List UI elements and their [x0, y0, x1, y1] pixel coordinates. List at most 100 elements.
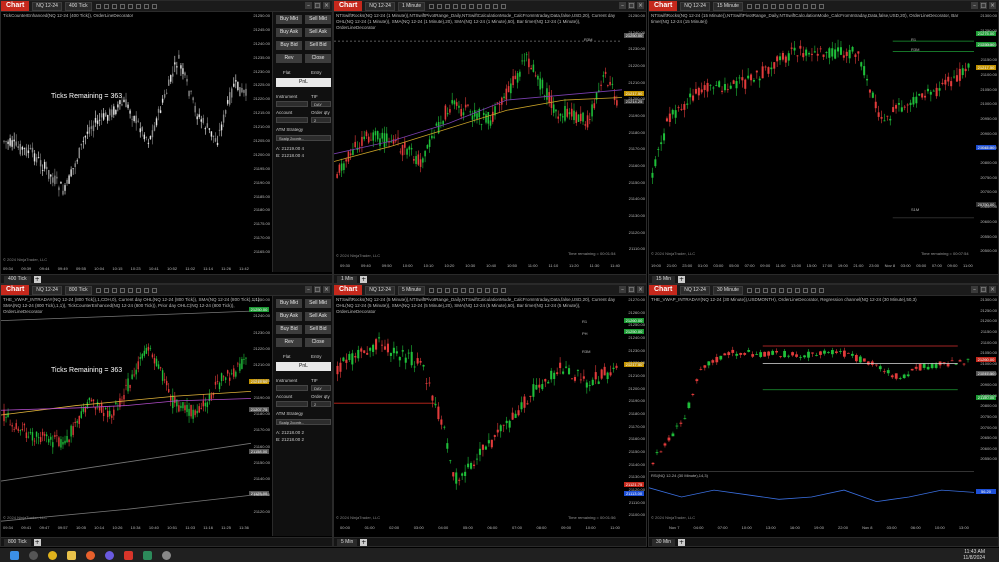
chrome-icon[interactable] — [48, 550, 57, 560]
toolbar-icons[interactable] — [95, 3, 157, 9]
time-axis[interactable]: Nov 7 04:00 07:00 10:00 13:00 16:00 19:00 22:00… — [669, 525, 969, 530]
toolbar-icons[interactable] — [746, 3, 824, 9]
instrument-select[interactable] — [276, 385, 308, 391]
buy-ask-button[interactable]: Buy Ask — [276, 312, 302, 321]
chart-menu-button[interactable]: Chart — [1, 285, 30, 295]
close-button[interactable]: Close — [305, 54, 331, 63]
tab-5-min[interactable]: 5 Min — [337, 539, 358, 546]
sell-bid-button[interactable]: Sell Bid — [305, 41, 331, 50]
add-tab-icon[interactable]: + — [33, 276, 41, 283]
instrument-selector[interactable]: NQ 12-24 — [32, 1, 62, 11]
app-icon[interactable] — [143, 550, 152, 560]
minimize-icon[interactable]: – — [619, 286, 626, 293]
price-axis[interactable]: 21250.00 21245.00 21240.00 21235.00 21230.00… — [249, 13, 271, 263]
price-axis[interactable]: 21270.00 21260.00 21250.00 21240.00 21230.00… — [624, 297, 646, 525]
sell-bid-button[interactable]: Sell Bid — [305, 325, 331, 334]
sell-mkt-button[interactable]: Sell Mkt — [305, 299, 331, 308]
chart-menu-button[interactable]: Chart — [649, 1, 678, 11]
rsi-line-chart[interactable] — [649, 474, 974, 520]
rev-button[interactable]: Rev — [276, 338, 302, 347]
buy-ask-button[interactable]: Buy Ask — [276, 28, 302, 37]
search-icon[interactable] — [29, 550, 38, 560]
add-tab-icon[interactable]: + — [360, 276, 368, 283]
add-tab-icon[interactable]: + — [33, 539, 41, 546]
instrument-select[interactable] — [276, 101, 308, 107]
maximize-icon[interactable]: □ — [314, 286, 321, 293]
start-icon[interactable] — [10, 550, 19, 560]
interval-selector[interactable]: 30 Minute — [712, 285, 743, 295]
instrument-selector[interactable]: NQ 12-24 — [32, 285, 62, 295]
time-axis[interactable]: 09:34 09:41 09:47 09:57 10:05 10:14 10:26 10:34… — [3, 525, 249, 530]
price-axis[interactable]: 21300.00 21250.00 21200.00 21150.00 21100.00… — [976, 297, 998, 467]
close-icon[interactable]: × — [323, 286, 330, 293]
tab-1-min[interactable]: 1 Min — [337, 276, 358, 283]
price-axis[interactable]: 21250.00 21240.00 21230.00 21220.00 21210.00… — [249, 297, 271, 525]
rev-button[interactable]: Rev — [276, 54, 302, 63]
maximize-icon[interactable]: □ — [314, 2, 321, 9]
window-controls[interactable]: – □ × — [305, 2, 330, 9]
minimize-icon[interactable]: – — [619, 2, 626, 9]
maximize-icon[interactable]: □ — [628, 2, 635, 9]
candlestick-chart[interactable] — [649, 13, 974, 269]
minimize-icon[interactable]: – — [971, 2, 978, 9]
time-axis[interactable]: 09:30 09:40 09:50 10:00 10:10 10:20 10:30 10:40… — [340, 263, 620, 268]
interval-selector[interactable]: 5 Minute — [397, 285, 426, 295]
price-axis[interactable]: 21250.00 21240.00 21230.00 21220.00 21210.00… — [624, 13, 646, 263]
account-select[interactable] — [276, 401, 308, 407]
atm-strategy-select[interactable]: Scalp 2contr... — [276, 419, 331, 425]
candlestick-chart[interactable] — [649, 297, 974, 472]
rsi-panel[interactable]: RSI(NQ 12-24 (30 Minute),14,3) — [649, 471, 974, 520]
minimize-icon[interactable]: – — [305, 2, 312, 9]
buy-mkt-button[interactable]: Buy Mkt — [276, 299, 302, 308]
toolbar-icons[interactable] — [429, 287, 507, 293]
candlestick-chart[interactable] — [1, 13, 251, 269]
file-explorer-icon[interactable] — [67, 550, 76, 560]
tif-select[interactable]: DAY — [311, 101, 331, 107]
time-axis[interactable]: 00:00 01:00 02:00 03:00 04:00 05:00 06:00 07:00… — [340, 525, 620, 530]
interval-selector[interactable]: 1 Minute — [397, 1, 426, 11]
maximize-icon[interactable]: □ — [628, 286, 635, 293]
sell-ask-button[interactable]: Sell Ask — [305, 28, 331, 37]
window-controls[interactable]: – □ × — [971, 2, 996, 9]
interval-selector[interactable]: 15 Minute — [712, 1, 743, 11]
interval-selector[interactable]: 800 Tick — [64, 285, 92, 295]
price-axis[interactable]: 21300.00 21250.00 21200.00 21150.00 21100.00… — [976, 13, 998, 263]
close-icon[interactable]: × — [637, 286, 644, 293]
sell-ask-button[interactable]: Sell Ask — [305, 312, 331, 321]
window-controls[interactable]: – □ × — [305, 286, 330, 293]
close-icon[interactable]: × — [637, 2, 644, 9]
maximize-icon[interactable]: □ — [980, 286, 987, 293]
pnl-display[interactable]: PnL — [276, 78, 331, 87]
firefox-icon[interactable] — [86, 550, 95, 560]
settings-icon[interactable] — [162, 550, 171, 560]
ninjatrader-icon[interactable] — [124, 550, 133, 560]
time-axis[interactable]: 19:00 21:00 23:00 01:00 03:00 05:00 07:00 09:00… — [651, 263, 973, 268]
instrument-selector[interactable]: NQ 12-24 — [680, 1, 710, 11]
pnl-display[interactable]: PnL — [276, 362, 331, 371]
tab-30-min[interactable]: 30 Min — [652, 539, 676, 546]
window-controls[interactable]: – □ × — [619, 286, 644, 293]
chart-menu-button[interactable]: Chart — [334, 1, 363, 11]
window-controls[interactable]: – □ × — [971, 286, 996, 293]
time-axis[interactable]: 09:34 09:39 09:44 09:49 09:55 10:04 10:15 10:23… — [3, 266, 249, 271]
tif-select[interactable]: DAY — [311, 385, 331, 391]
candlestick-chart[interactable] — [334, 13, 622, 269]
chart-menu-button[interactable]: Chart — [1, 1, 30, 11]
close-button[interactable]: Close — [305, 338, 331, 347]
close-icon[interactable]: × — [323, 2, 330, 9]
toolbar-icons[interactable] — [429, 3, 507, 9]
instrument-selector[interactable]: NQ 12-24 — [680, 285, 710, 295]
add-tab-icon[interactable]: + — [360, 539, 368, 546]
candlestick-chart[interactable] — [334, 297, 622, 533]
order-qty-input[interactable]: 2 — [311, 401, 331, 407]
toolbar-icons[interactable] — [746, 287, 824, 293]
minimize-icon[interactable]: – — [305, 286, 312, 293]
buy-bid-button[interactable]: Buy Bid — [276, 41, 302, 50]
browser-icon[interactable] — [105, 550, 114, 560]
tab-400-tick[interactable]: 400 Tick — [4, 276, 31, 283]
system-clock[interactable]: 11:43 AM 11/8/2024 — [963, 549, 985, 561]
sell-mkt-button[interactable]: Sell Mkt — [305, 15, 331, 24]
buy-bid-button[interactable]: Buy Bid — [276, 325, 302, 334]
chart-menu-button[interactable]: Chart — [649, 285, 678, 295]
minimize-icon[interactable]: – — [971, 286, 978, 293]
